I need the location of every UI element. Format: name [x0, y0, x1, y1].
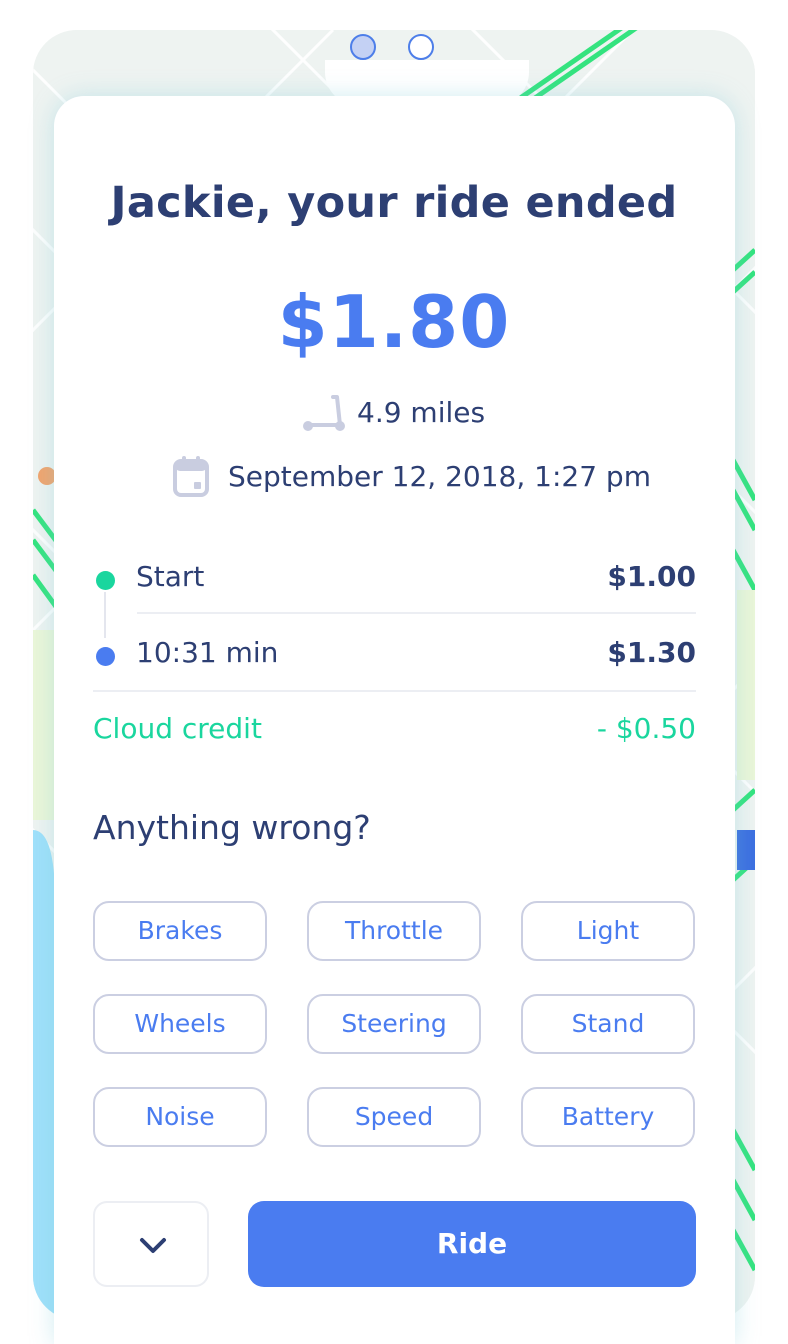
issue-chip-brakes[interactable]: Brakes [93, 901, 267, 961]
issues-heading: Anything wrong? [93, 808, 371, 847]
ride-ended-title: Jackie, your ride ended [110, 178, 678, 228]
start-dot-icon [96, 571, 115, 590]
cloud-credit-row: Cloud credit - $0.50 [93, 709, 696, 749]
issue-chip-battery[interactable]: Battery [521, 1087, 695, 1147]
end-dot-icon [96, 647, 115, 666]
ride-distance: 4.9 miles [357, 396, 486, 429]
issue-chip-throttle[interactable]: Throttle [307, 901, 481, 961]
scooter-icon [303, 395, 345, 431]
collapse-button[interactable] [93, 1201, 209, 1287]
ride-datetime: September 12, 2018, 1:27 pm [228, 460, 651, 493]
fare-line-start: Start $1.00 [93, 557, 696, 597]
issue-chip-steering[interactable]: Steering [307, 994, 481, 1054]
issue-chip-light[interactable]: Light [521, 901, 695, 961]
route-connector [104, 592, 106, 638]
calendar-icon [173, 456, 209, 497]
fare-line-duration: 10:31 min $1.30 [93, 633, 696, 673]
divider [137, 612, 696, 614]
pager-dot-active[interactable] [350, 34, 376, 60]
chevron-down-icon [140, 1238, 166, 1253]
divider [93, 690, 696, 692]
fare-line-label: Start [136, 560, 205, 593]
ride-button[interactable]: Ride [248, 1201, 696, 1287]
pager-dot-inactive[interactable] [408, 34, 434, 60]
fare-line-amount: $1.30 [607, 636, 696, 669]
issue-chip-stand[interactable]: Stand [521, 994, 695, 1054]
credit-label: Cloud credit [93, 712, 262, 745]
issue-chip-wheels[interactable]: Wheels [93, 994, 267, 1054]
fare-line-label: 10:31 min [136, 636, 279, 669]
fare-line-amount: $1.00 [607, 560, 696, 593]
issue-chip-speed[interactable]: Speed [307, 1087, 481, 1147]
credit-amount: - $0.50 [596, 712, 696, 745]
ride-total-price: $1.80 [277, 280, 511, 364]
issue-chip-noise[interactable]: Noise [93, 1087, 267, 1147]
